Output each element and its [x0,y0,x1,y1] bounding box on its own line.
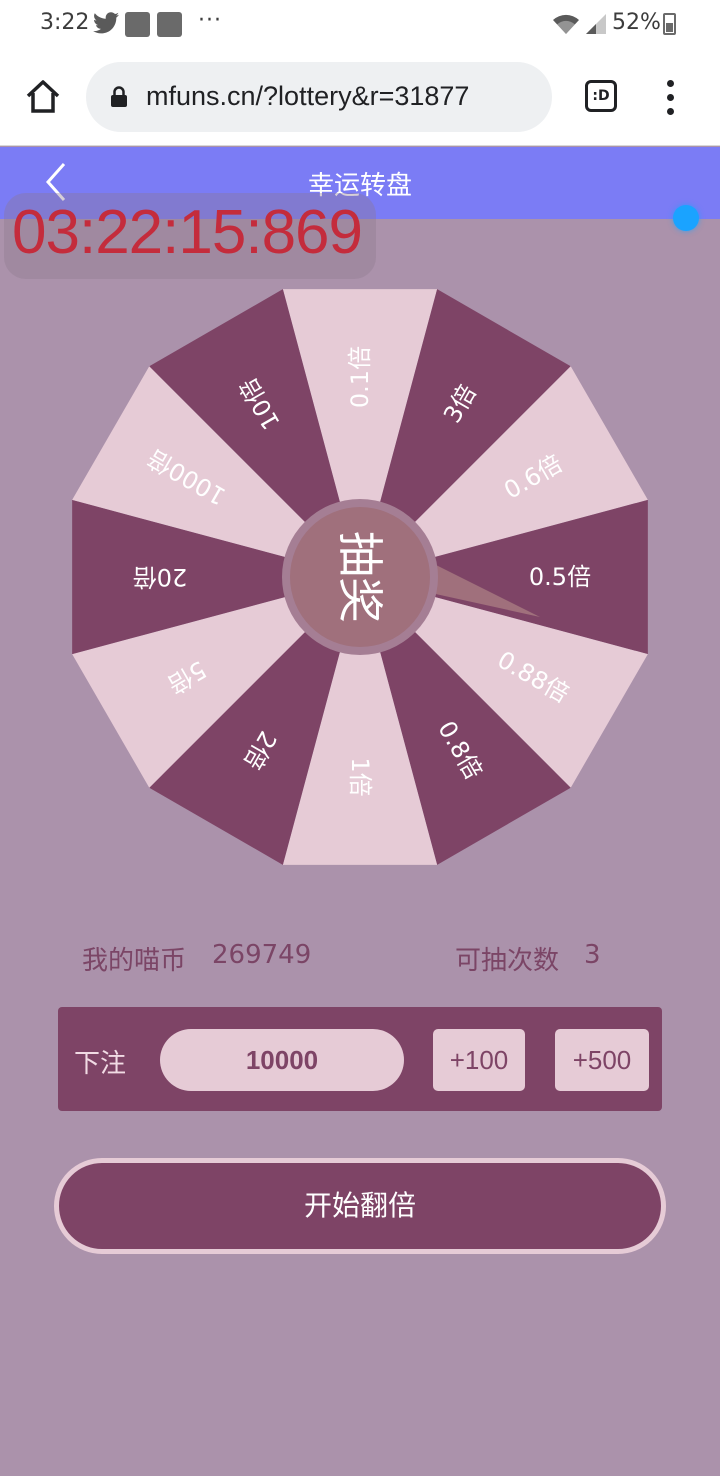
add-500-button[interactable]: +500 [555,1029,649,1091]
tabs-button[interactable]: :D [585,80,617,112]
status-time: 3:22 [40,10,90,35]
overflow-indicator: ··· [198,8,222,33]
wheel-segment-label: 0.1倍 [346,346,374,408]
wheel-segment-label: 1倍 [346,757,374,796]
wheel-segment-label: 20倍 [133,563,188,591]
address-bar[interactable]: mfuns.cn/?lottery&r=31877 [86,62,552,132]
url-text: mfuns.cn/?lottery&r=31877 [146,81,470,111]
bet-label: 下注 [74,1049,127,1079]
home-icon[interactable] [24,78,62,116]
spin-button-label: 抽奖 [333,531,387,623]
lock-icon [111,86,127,107]
bet-amount-input[interactable] [160,1029,404,1091]
draws-label: 可抽次数 [455,946,560,976]
battery-percent: 52% [612,10,661,35]
coins-label: 我的喵币 [82,946,187,976]
add-100-button[interactable]: +100 [433,1029,525,1091]
timer-overlay: 03:22:15:869 [4,193,376,279]
notification-icon [125,12,150,37]
floating-dot[interactable] [673,205,699,231]
twitter-icon [93,12,119,34]
bet-panel: 下注 +100 +500 [58,1007,662,1111]
wifi-icon [553,14,579,34]
browser-toolbar: mfuns.cn/?lottery&r=31877 :D [0,50,720,146]
coins-value: 269749 [212,940,312,970]
notification-icon [157,12,182,37]
timer-text: 03:22:15:869 [12,198,363,267]
more-menu-icon[interactable] [660,78,680,118]
prize-wheel: 0.1倍 3倍0.6倍0.5倍0.88倍0.8倍1倍2倍5倍20倍1000倍10倍… [72,289,648,865]
battery-icon [663,13,676,35]
wheel-segment-label: 0.5倍 [529,563,591,591]
signal-icon [586,14,606,34]
status-bar: 3:22 ··· 52% [0,0,720,50]
start-double-button[interactable]: 开始翻倍 [54,1158,666,1254]
draws-value: 3 [584,940,601,970]
